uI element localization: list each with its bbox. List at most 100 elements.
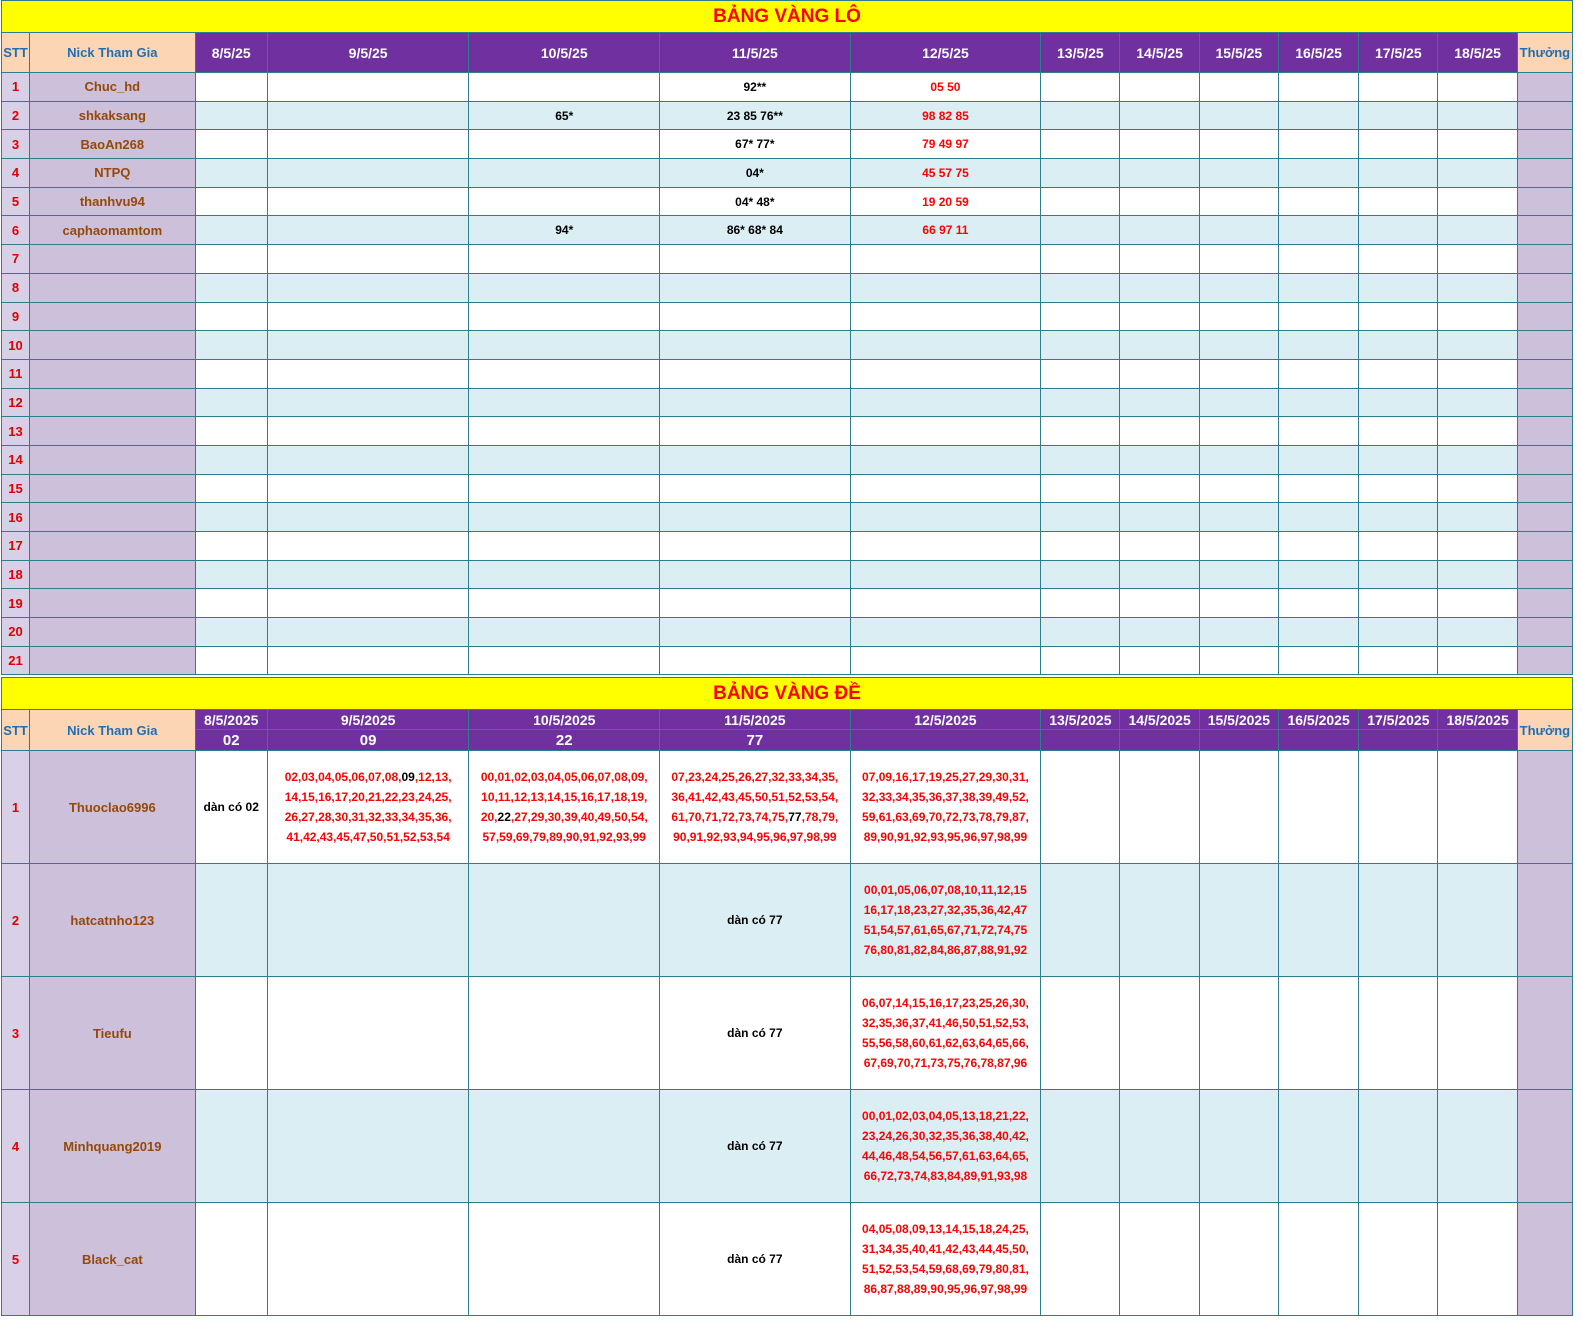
lo-pick-cell[interactable] <box>194 129 268 160</box>
lo-pick-cell[interactable] <box>1119 100 1200 131</box>
lo-pick-cell[interactable] <box>1040 244 1121 274</box>
de-pick-cell[interactable] <box>1437 1202 1518 1317</box>
de-pick-cell[interactable] <box>1198 863 1279 978</box>
lo-pick-cell[interactable] <box>468 502 661 532</box>
lo-pick-cell[interactable] <box>1437 301 1518 332</box>
lo-pick-cell[interactable] <box>1437 272 1518 303</box>
lo-thuong-cell[interactable] <box>1516 100 1574 131</box>
lo-pick-cell[interactable] <box>1277 215 1360 246</box>
lo-pick-cell[interactable] <box>659 416 851 446</box>
de-pick-cell[interactable]: 07,09,16,17,19,25,27,29,30,31, 32,33,34,… <box>849 750 1042 865</box>
lo-pick-cell[interactable] <box>266 301 470 332</box>
lo-pick-cell[interactable] <box>1437 416 1518 446</box>
de-thuong-cell[interactable] <box>1516 1089 1574 1204</box>
lo-pick-cell[interactable] <box>1437 358 1518 389</box>
lo-pick-cell[interactable] <box>1358 531 1439 561</box>
de-pick-cell[interactable] <box>1040 976 1121 1091</box>
lo-pick-cell[interactable]: 94* <box>468 215 661 246</box>
lo-nick-cell[interactable] <box>29 645 196 676</box>
de-pick-cell[interactable] <box>1119 976 1200 1091</box>
de-pick-cell[interactable] <box>1277 1089 1360 1204</box>
lo-thuong-cell[interactable] <box>1516 215 1574 246</box>
lo-pick-cell[interactable] <box>1358 100 1439 131</box>
de-pick-cell[interactable] <box>1358 976 1439 1091</box>
lo-pick-cell[interactable] <box>1198 129 1279 160</box>
lo-pick-cell[interactable] <box>1040 358 1121 389</box>
lo-pick-cell[interactable] <box>849 559 1042 590</box>
lo-pick-cell[interactable] <box>1040 301 1121 332</box>
lo-pick-cell[interactable] <box>266 502 470 532</box>
lo-pick-cell[interactable] <box>1119 473 1200 504</box>
lo-pick-cell[interactable] <box>849 301 1042 332</box>
lo-pick-cell[interactable] <box>1358 330 1439 360</box>
lo-pick-cell[interactable] <box>194 416 268 446</box>
lo-pick-cell[interactable] <box>1040 645 1121 676</box>
lo-pick-cell[interactable] <box>1040 387 1121 418</box>
lo-pick-cell[interactable] <box>266 272 470 303</box>
lo-pick-cell[interactable] <box>194 72 268 102</box>
lo-pick-cell[interactable] <box>1119 244 1200 274</box>
lo-pick-cell[interactable] <box>1358 645 1439 676</box>
lo-pick-cell[interactable] <box>1277 444 1360 475</box>
lo-pick-cell[interactable] <box>849 387 1042 418</box>
de-pick-cell[interactable] <box>468 863 661 978</box>
lo-pick-cell[interactable] <box>1119 158 1200 188</box>
lo-pick-cell[interactable] <box>1198 330 1279 360</box>
de-pick-cell[interactable]: dàn có 77 <box>659 976 851 1091</box>
de-thuong-cell[interactable] <box>1516 976 1574 1091</box>
lo-pick-cell[interactable] <box>849 645 1042 676</box>
lo-pick-cell[interactable]: 79 49 97 <box>849 129 1042 160</box>
de-pick-cell[interactable]: dàn có 77 <box>659 1202 851 1317</box>
lo-pick-cell[interactable] <box>1358 588 1439 619</box>
lo-pick-cell[interactable] <box>1358 416 1439 446</box>
lo-pick-cell[interactable] <box>194 330 268 360</box>
lo-pick-cell[interactable] <box>468 158 661 188</box>
lo-pick-cell[interactable] <box>1277 617 1360 647</box>
lo-pick-cell[interactable] <box>659 473 851 504</box>
lo-pick-cell[interactable] <box>1277 588 1360 619</box>
lo-pick-cell[interactable] <box>1198 301 1279 332</box>
lo-pick-cell[interactable]: 23 85 76** <box>659 100 851 131</box>
de-pick-cell[interactable] <box>266 1089 470 1204</box>
lo-pick-cell[interactable] <box>1358 215 1439 246</box>
lo-pick-cell[interactable] <box>849 617 1042 647</box>
lo-pick-cell[interactable] <box>1040 272 1121 303</box>
lo-pick-cell[interactable] <box>659 588 851 619</box>
lo-pick-cell[interactable] <box>194 301 268 332</box>
lo-pick-cell[interactable] <box>1358 158 1439 188</box>
lo-thuong-cell[interactable] <box>1516 244 1574 274</box>
lo-pick-cell[interactable] <box>1358 444 1439 475</box>
lo-pick-cell[interactable] <box>1277 330 1360 360</box>
de-pick-cell[interactable] <box>468 976 661 1091</box>
de-pick-cell[interactable] <box>1277 750 1360 865</box>
lo-pick-cell[interactable] <box>1198 531 1279 561</box>
lo-pick-cell[interactable] <box>194 617 268 647</box>
lo-pick-cell[interactable] <box>1358 72 1439 102</box>
lo-pick-cell[interactable] <box>659 330 851 360</box>
lo-pick-cell[interactable] <box>1040 416 1121 446</box>
de-pick-cell[interactable] <box>1040 1202 1121 1317</box>
lo-pick-cell[interactable] <box>849 588 1042 619</box>
de-pick-cell[interactable] <box>1277 976 1360 1091</box>
de-nick-cell[interactable]: hatcatnho123 <box>29 863 196 978</box>
lo-nick-cell[interactable] <box>29 387 196 418</box>
lo-pick-cell[interactable] <box>1119 186 1200 217</box>
lo-thuong-cell[interactable] <box>1516 588 1574 619</box>
lo-thuong-cell[interactable] <box>1516 72 1574 102</box>
de-nick-cell[interactable]: Thuoclao6996 <box>29 750 196 865</box>
de-pick-cell[interactable] <box>194 1089 268 1204</box>
lo-pick-cell[interactable] <box>849 502 1042 532</box>
lo-nick-cell[interactable] <box>29 444 196 475</box>
lo-pick-cell[interactable] <box>266 186 470 217</box>
lo-pick-cell[interactable] <box>468 129 661 160</box>
de-pick-cell[interactable] <box>194 1202 268 1317</box>
lo-thuong-cell[interactable] <box>1516 301 1574 332</box>
lo-pick-cell[interactable] <box>468 272 661 303</box>
lo-pick-cell[interactable] <box>1358 129 1439 160</box>
lo-pick-cell[interactable] <box>1119 444 1200 475</box>
lo-pick-cell[interactable] <box>1040 531 1121 561</box>
lo-pick-cell[interactable] <box>468 301 661 332</box>
lo-pick-cell[interactable] <box>194 645 268 676</box>
de-nick-cell[interactable]: Black_cat <box>29 1202 196 1317</box>
lo-pick-cell[interactable] <box>194 588 268 619</box>
